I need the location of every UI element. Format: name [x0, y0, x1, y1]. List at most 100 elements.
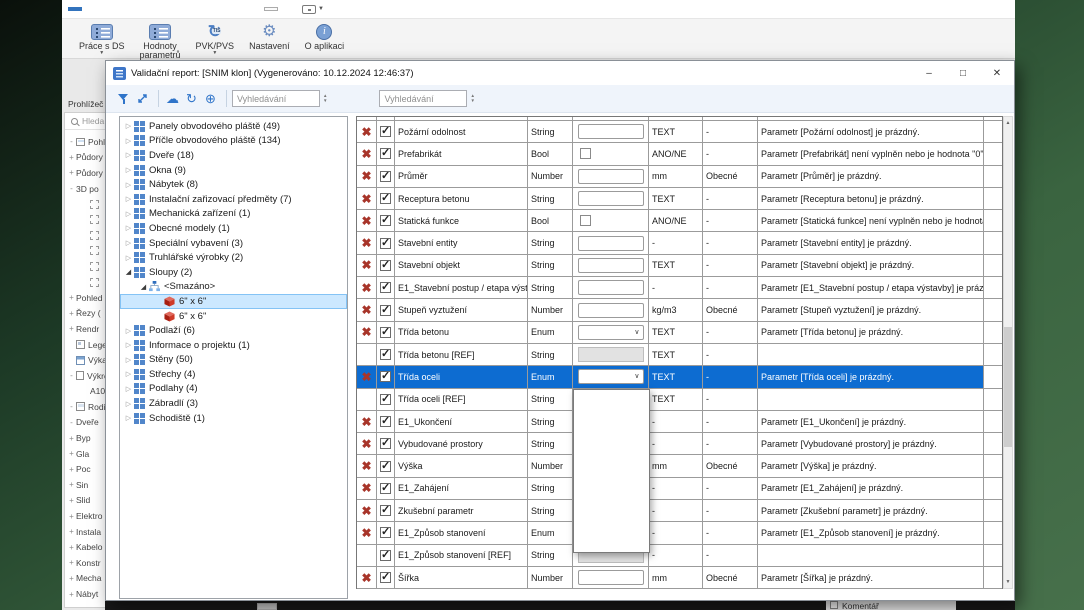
- minimize-button[interactable]: –: [912, 61, 946, 85]
- expand-marker-icon[interactable]: +: [67, 324, 76, 333]
- category-tree-item[interactable]: ▷ Střechy (4): [120, 367, 347, 382]
- row-checkbox[interactable]: [380, 371, 391, 382]
- dropdown-option[interactable]: [574, 417, 649, 431]
- close-button[interactable]: ✕: [980, 61, 1014, 85]
- value-text-input[interactable]: [578, 191, 644, 206]
- category-tree-item[interactable]: ▷ Zábradlí (3): [120, 396, 347, 411]
- search-spinner-icon[interactable]: ▲▼: [323, 94, 327, 103]
- row-checkbox[interactable]: [380, 260, 391, 271]
- table-row[interactable]: ✖ Stavební objekt String TEXT - Parametr…: [357, 255, 1002, 277]
- expander-icon[interactable]: ▷: [123, 254, 134, 262]
- expand-marker-icon[interactable]: -: [67, 418, 76, 427]
- menu-item-syst-my[interactable]: [138, 7, 152, 11]
- menu-item-bim[interactable]: [264, 7, 278, 11]
- expand-marker-icon[interactable]: +: [67, 309, 76, 318]
- row-checkbox[interactable]: [380, 193, 391, 204]
- category-tree-item[interactable]: ▷ Podlahy (4): [120, 382, 347, 397]
- dropdown-option[interactable]: [574, 458, 649, 472]
- dropdown-option[interactable]: [574, 390, 649, 404]
- row-checkbox[interactable]: [380, 461, 391, 472]
- expander-icon[interactable]: ▷: [123, 327, 134, 335]
- table-search-input[interactable]: Vyhledávání: [379, 90, 467, 107]
- value-enum-combobox[interactable]: [578, 369, 644, 384]
- expand-marker-icon[interactable]: +: [67, 434, 76, 443]
- menu-item-spolupracovat[interactable]: [208, 7, 222, 11]
- row-checkbox[interactable]: [380, 483, 391, 494]
- category-tree-item[interactable]: 6" x 6": [120, 309, 347, 324]
- row-checkbox[interactable]: [380, 282, 391, 293]
- expander-icon[interactable]: ▷: [123, 414, 134, 422]
- category-tree-item[interactable]: ▷ Speciální vybavení (3): [120, 236, 347, 251]
- expand-marker-icon[interactable]: -: [67, 184, 76, 193]
- menu-item-pohled[interactable]: [222, 7, 236, 11]
- dropdown-option[interactable]: [574, 512, 649, 526]
- category-tree-item[interactable]: ▷ Okna (9): [120, 163, 347, 178]
- row-checkbox[interactable]: [380, 215, 391, 226]
- dropdown-option[interactable]: [574, 444, 649, 458]
- table-row[interactable]: ✖ Receptura betonu String TEXT - Paramet…: [357, 188, 1002, 210]
- expand-marker-icon[interactable]: +: [67, 512, 76, 521]
- menu-item-upravit[interactable]: [278, 7, 292, 11]
- menu-item-vlo-it[interactable]: [152, 7, 166, 11]
- ribbon-button[interactable]: ↻TIS PVK/PVS ▼: [191, 21, 240, 57]
- table-scrollbar[interactable]: ▲ ▼: [1003, 116, 1013, 589]
- row-checkbox[interactable]: [380, 572, 391, 583]
- ribbon-button[interactable]: Práce s DS ▼: [74, 21, 130, 57]
- row-checkbox[interactable]: [380, 148, 391, 159]
- category-tree-item[interactable]: ▷ Podlaží (6): [120, 323, 347, 338]
- expander-icon[interactable]: ▷: [123, 370, 134, 378]
- table-row[interactable]: ✖ Prefabrikát Bool ANO/NE - Parametr [Pr…: [357, 143, 1002, 165]
- value-text-input[interactable]: [578, 258, 644, 273]
- value-text-input[interactable]: [578, 570, 644, 585]
- menu-item-soubor[interactable]: [68, 7, 82, 11]
- value-text-input[interactable]: [578, 303, 644, 318]
- value-text-input[interactable]: [578, 280, 644, 295]
- dropdown-option[interactable]: [574, 431, 649, 445]
- scroll-down-icon[interactable]: ▼: [1004, 576, 1012, 588]
- table-row[interactable]: ✖ Šířka Number mm Obecné Parametr [Šířka…: [357, 567, 1002, 589]
- category-tree-item[interactable]: ▷ Schodiště (1): [120, 411, 347, 426]
- row-checkbox[interactable]: [380, 394, 391, 405]
- expand-marker-icon[interactable]: +: [67, 465, 76, 474]
- row-checkbox[interactable]: [380, 416, 391, 427]
- search-spinner-icon[interactable]: ▲▼: [470, 94, 474, 103]
- expand-marker-icon[interactable]: +: [67, 605, 76, 608]
- expander-icon[interactable]: ▷: [123, 181, 134, 189]
- table-row[interactable]: ✖ Stavební entity String - - Parametr [S…: [357, 232, 1002, 254]
- window-switch-icon[interactable]: ▼: [302, 5, 324, 14]
- category-tree-item[interactable]: ▷ Mechanická zařízení (1): [120, 207, 347, 222]
- category-tree-item[interactable]: ▷ Instalační zařizovací předměty (7): [120, 192, 347, 207]
- expand-marker-icon[interactable]: +: [67, 293, 76, 302]
- row-checkbox[interactable]: [380, 505, 391, 516]
- ribbon-button[interactable]: ⚙ Nastavení ▼: [244, 21, 295, 57]
- expander-icon[interactable]: ▷: [123, 356, 134, 364]
- table-row[interactable]: ✖ E1_Ukončení String - - Parametr [E1_Uk…: [357, 411, 1002, 433]
- table-row[interactable]: ✖ Výška Number mm Obecné Parametr [Výška…: [357, 455, 1002, 477]
- table-row[interactable]: ✖ Třída oceli Enum TEXT - Parametr [Tříd…: [357, 366, 1002, 388]
- value-text-input[interactable]: [578, 236, 644, 251]
- table-row[interactable]: ✖ Třída betonu Enum TEXT - Parametr [Tří…: [357, 322, 1002, 344]
- value-enum-combobox[interactable]: [578, 325, 644, 340]
- table-row[interactable]: ✖ E1_Stavební postup / etapa výstavby St…: [357, 277, 1002, 299]
- category-tree-item[interactable]: ▷ Nábytek (8): [120, 177, 347, 192]
- expand-marker-icon[interactable]: +: [67, 168, 76, 177]
- expand-marker-icon[interactable]: -: [67, 402, 76, 411]
- table-row[interactable]: E1_Způsob stanovení [REF] String - -: [357, 545, 1002, 567]
- menu-item-prefabrik-t[interactable]: [124, 7, 138, 11]
- table-row[interactable]: ✖ Stupeň vyztužení Number kg/m3 Obecné P…: [357, 299, 1002, 321]
- dropdown-option[interactable]: [574, 539, 649, 553]
- expand-marker-icon[interactable]: +: [67, 574, 76, 583]
- row-checkbox[interactable]: [380, 305, 391, 316]
- expander-icon[interactable]: ▷: [123, 122, 134, 130]
- table-row[interactable]: Třída oceli [REF] String TEXT -: [357, 389, 1002, 411]
- table-row[interactable]: ✖ Statická funkce Bool ANO/NE - Parametr…: [357, 210, 1002, 232]
- ribbon-button[interactable]: i O aplikaci ▼: [300, 21, 350, 57]
- value-checkbox[interactable]: [580, 148, 591, 159]
- expander-icon[interactable]: ▷: [123, 341, 134, 349]
- dropdown-option[interactable]: [574, 485, 649, 499]
- expander-icon[interactable]: ▷: [123, 195, 134, 203]
- table-row[interactable]: ✖ E1_Způsob stanovení Enum - - Parametr …: [357, 522, 1002, 544]
- category-tree-item[interactable]: ▷ Stěny (50): [120, 353, 347, 368]
- expander-icon[interactable]: ▷: [123, 239, 134, 247]
- expand-marker-icon[interactable]: -: [67, 137, 76, 146]
